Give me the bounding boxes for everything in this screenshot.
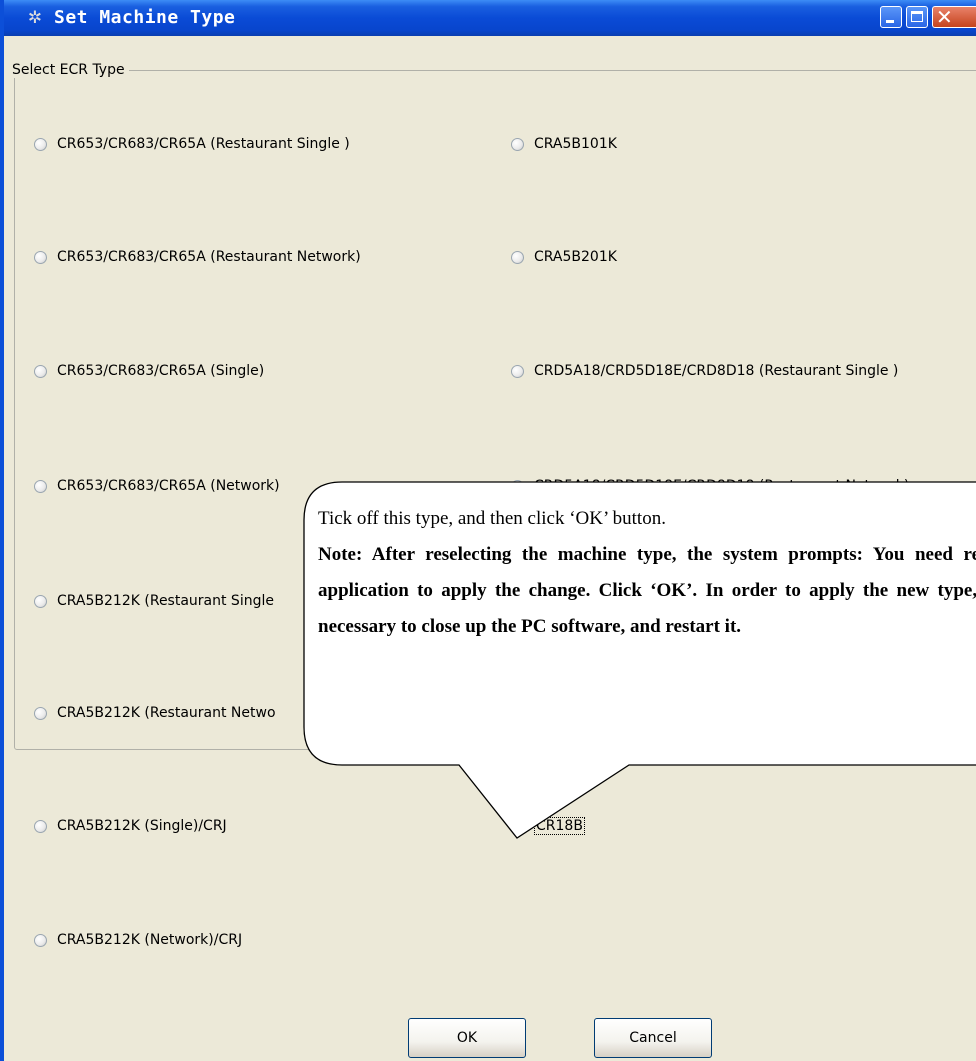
- callout-note: Note: After reselecting the machine type…: [318, 544, 976, 637]
- callout-instruction: Tick off this type, and then click ‘OK’ …: [318, 508, 666, 529]
- set-machine-type-window: ✲ Set Machine Type ✕ Select ECR Type CR6…: [0, 0, 976, 1061]
- callout-content: Tick off this type, and then click ‘OK’ …: [318, 501, 976, 645]
